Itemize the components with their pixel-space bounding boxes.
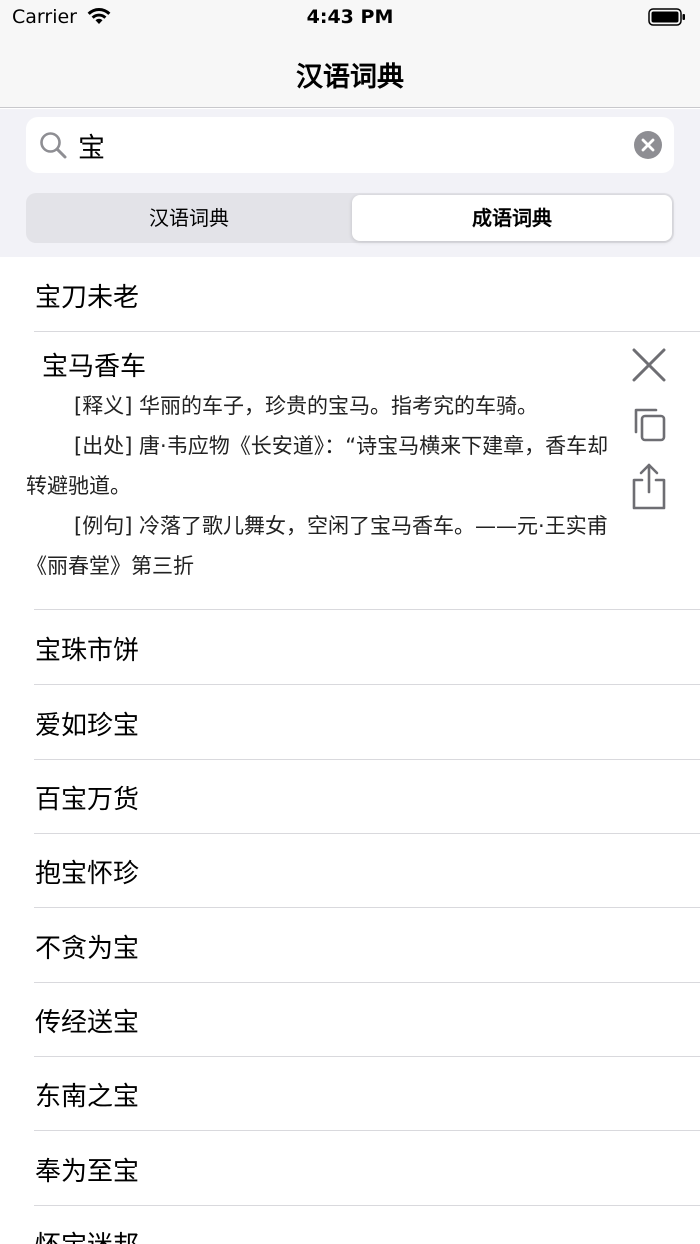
list-item-label: 传经送宝 [35,1008,140,1038]
list-item-label: 奉为至宝 [35,1157,140,1187]
results-list: 宝刀未老 宝马香车 [释义] 华丽的车子，珍贵的宝马。指考究的车骑。 [出处] … [0,257,700,1244]
list-item-label: 爱如珍宝 [35,711,140,741]
search-area: 汉语词典 成语词典 [0,109,700,257]
list-item[interactable]: 奉为至宝 [0,1131,700,1206]
dictionary-segmented-control: 汉语词典 成语词典 [26,193,674,243]
entry-definition: [释义] 华丽的车子，珍贵的宝马。指考究的车骑。 [出处] 唐·韦应物《长安道》… [26,386,612,586]
battery-icon [648,7,686,31]
navigation-bar: 汉语词典 [0,36,700,108]
list-item[interactable]: 传经送宝 [0,982,700,1057]
list-item[interactable]: 不贪为宝 [0,908,700,983]
entry-example: [例句] 冷落了歌儿舞女，空闲了宝马香车。——元·王实甫《丽春堂》第三折 [26,514,608,578]
list-item[interactable]: 百宝万货 [0,759,700,834]
entry-title: 宝马香车 [42,352,147,382]
list-item-label: 宝珠市饼 [35,636,140,666]
list-item-label: 不贪为宝 [35,934,140,964]
search-bar[interactable] [26,117,674,173]
list-item-label: 东南之宝 [35,1082,140,1112]
list-item[interactable]: 怀宝迷邦 [0,1205,700,1244]
copy-icon[interactable] [628,404,670,446]
list-item-label: 怀宝迷邦 [35,1225,139,1244]
segment-chinese-dictionary[interactable]: 汉语词典 [28,195,350,241]
entry-source: [出处] 唐·韦应物《长安道》：“诗宝马横来下建章，香车却转避驰道。 [26,434,609,498]
search-icon [38,130,68,164]
share-icon[interactable] [628,462,670,510]
clear-icon[interactable] [634,131,662,159]
clock: 4:43 PM [306,6,394,28]
status-bar: Carrier 4:43 PM [0,0,700,36]
segment-idiom-dictionary[interactable]: 成语词典 [352,195,672,241]
list-item[interactable]: 东南之宝 [0,1056,700,1131]
close-icon[interactable] [628,344,670,386]
expanded-entry: 宝马香车 [释义] 华丽的车子，珍贵的宝马。指考究的车骑。 [出处] 唐·韦应物… [0,332,700,610]
list-item[interactable]: 爱如珍宝 [0,685,700,760]
list-item-label: 抱宝怀珍 [35,859,140,889]
search-input[interactable] [78,117,618,173]
list-item-label: 百宝万货 [35,785,140,815]
list-item[interactable]: 宝刀未老 [0,257,700,332]
list-item-label: 宝刀未老 [35,283,140,313]
list-item[interactable]: 抱宝怀珍 [0,833,700,908]
page-title: 汉语词典 [296,62,404,93]
entry-meaning: [释义] 华丽的车子，珍贵的宝马。指考究的车骑。 [74,394,539,418]
list-item[interactable]: 宝珠市饼 [0,610,700,685]
